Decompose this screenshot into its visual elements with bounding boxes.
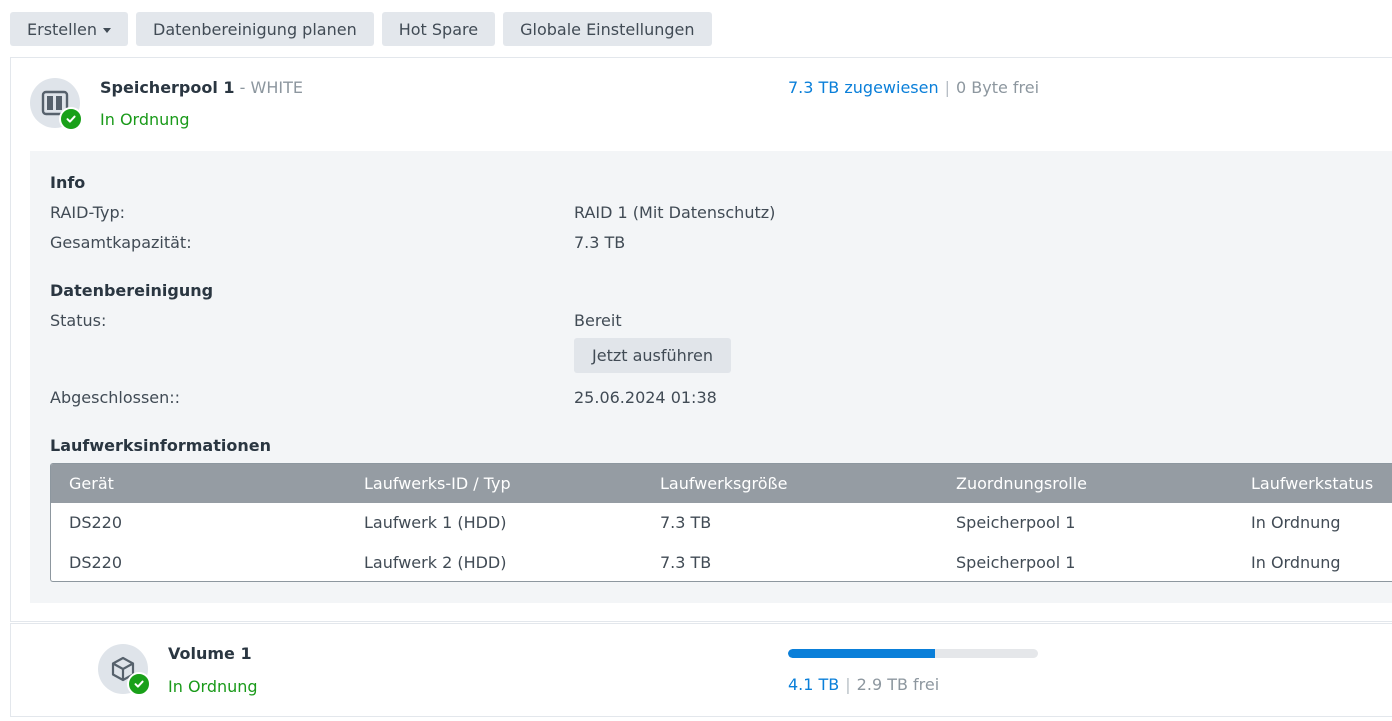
volume-usage-bar <box>788 649 1038 658</box>
pool-status: In Ordnung <box>100 110 190 129</box>
volume-status: In Ordnung <box>168 677 258 696</box>
column-header-device[interactable]: Gerät <box>69 464 114 503</box>
cell-drive-id-type: Laufwerk 2 (HDD) <box>364 553 507 572</box>
cell-allocation-role: Speicherpool 1 <box>956 553 1076 572</box>
table-header: Gerät Laufwerks-ID / Typ Laufwerksgröße … <box>51 464 1392 503</box>
storage-pool-card[interactable]: Speicherpool 1 - WHITE In Ordnung 7.3 TB… <box>10 57 1392 622</box>
cell-drive-id-type: Laufwerk 1 (HDD) <box>364 513 507 532</box>
pool-detail-panel: Info RAID-Typ: RAID 1 (Mit Datenschutz) … <box>30 151 1392 603</box>
pool-title-separator: - <box>234 78 251 97</box>
column-header-drive-size[interactable]: Laufwerksgröße <box>660 464 787 503</box>
drive-info-table: Gerät Laufwerks-ID / Typ Laufwerksgröße … <box>50 463 1392 582</box>
pool-host-name: WHITE <box>250 78 303 97</box>
volume-usage: 4.1 TB | 2.9 TB frei <box>788 675 939 694</box>
volume-card[interactable]: Volume 1 In Ordnung 4.1 TB | 2.9 TB frei <box>10 623 1392 717</box>
volume-name: Volume 1 <box>168 644 252 663</box>
table-row[interactable]: DS220 Laufwerk 2 (HDD) 7.3 TB Speicherpo… <box>51 543 1392 581</box>
raid-type-label: RAID-Typ: <box>50 203 126 222</box>
pool-name: Speicherpool 1 <box>100 78 235 97</box>
toolbar: Erstellen Datenbereinigung planen Hot Sp… <box>10 12 720 46</box>
hot-spare-button[interactable]: Hot Spare <box>381 12 496 46</box>
cell-drive-size: 7.3 TB <box>660 553 712 572</box>
usage-divider: | <box>845 675 851 694</box>
create-dropdown-button[interactable]: Erstellen <box>10 12 129 46</box>
completed-label: Abgeschlossen:: <box>50 388 181 407</box>
scrubbing-section-title: Datenbereinigung <box>50 281 214 300</box>
cell-allocation-role: Speicherpool 1 <box>956 513 1076 532</box>
raid-type-value: RAID 1 (Mit Datenschutz) <box>574 203 776 222</box>
check-circle-icon <box>127 672 151 696</box>
volume-used[interactable]: 4.1 TB <box>788 675 839 694</box>
column-header-drive-id-type[interactable]: Laufwerks-ID / Typ <box>364 464 511 503</box>
column-header-drive-status[interactable]: Laufwerkstatus <box>1251 464 1373 503</box>
scrubbing-status-value: Bereit <box>574 311 622 330</box>
cell-device: DS220 <box>69 513 123 532</box>
volume-free: 2.9 TB frei <box>856 675 940 694</box>
global-settings-button[interactable]: Globale Einstellungen <box>503 12 712 46</box>
usage-divider: | <box>944 78 950 97</box>
pool-title: Speicherpool 1 - WHITE <box>100 78 303 97</box>
run-now-button[interactable]: Jetzt ausführen <box>574 338 731 373</box>
table-row[interactable]: DS220 Laufwerk 1 (HDD) 7.3 TB Speicherpo… <box>51 503 1392 543</box>
create-label: Erstellen <box>27 19 98 39</box>
cell-drive-status: In Ordnung <box>1251 553 1341 572</box>
cell-drive-size: 7.3 TB <box>660 513 712 532</box>
check-circle-icon <box>59 107 83 131</box>
caret-down-icon <box>103 27 112 33</box>
drive-info-section-title: Laufwerksinformationen <box>50 436 271 455</box>
total-capacity-label: Gesamtkapazität: <box>50 233 192 252</box>
completed-value: 25.06.2024 01:38 <box>574 388 717 407</box>
pool-usage: 7.3 TB zugewiesen | 0 Byte frei <box>788 78 1039 97</box>
cell-device: DS220 <box>69 553 123 572</box>
info-section-title: Info <box>50 173 86 192</box>
scrubbing-status-label: Status: <box>50 311 107 330</box>
pool-allocated[interactable]: 7.3 TB zugewiesen <box>788 78 939 97</box>
total-capacity-value: 7.3 TB <box>574 233 626 252</box>
column-header-allocation-role[interactable]: Zuordnungsrolle <box>956 464 1087 503</box>
schedule-data-scrubbing-button[interactable]: Datenbereinigung planen <box>136 12 374 46</box>
volume-usage-bar-fill <box>788 649 935 658</box>
pool-free: 0 Byte frei <box>956 78 1040 97</box>
cell-drive-status: In Ordnung <box>1251 513 1341 532</box>
